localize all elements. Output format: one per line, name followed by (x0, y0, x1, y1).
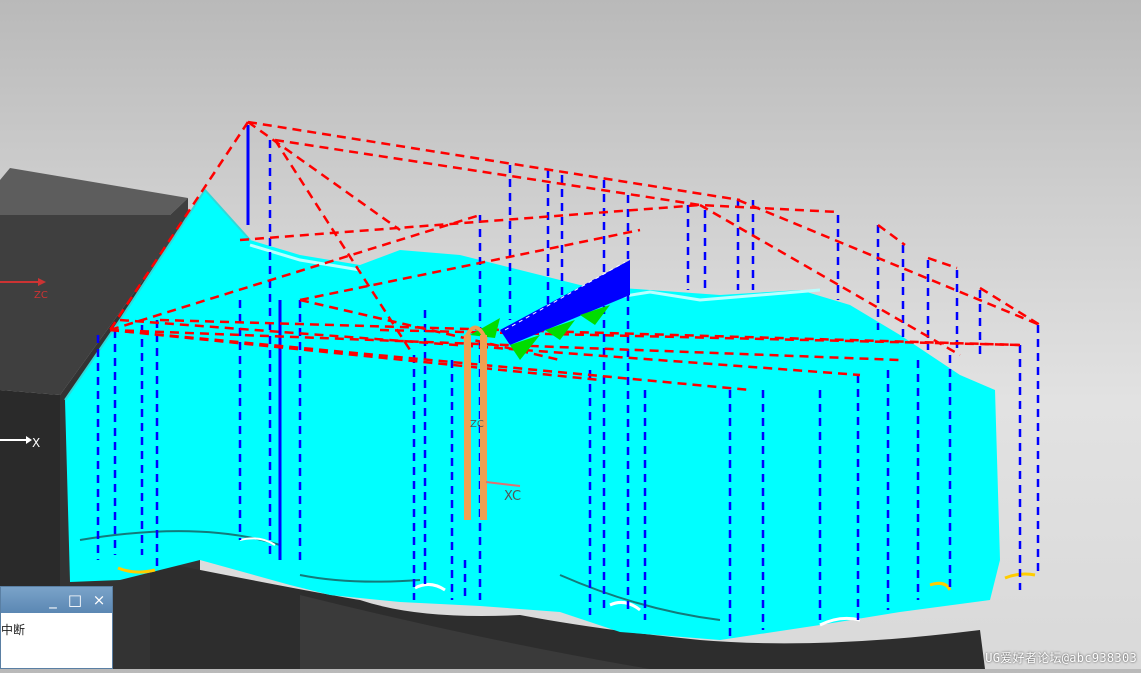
graphics-viewport[interactable]: XC ZC X ZC (0, 0, 1141, 669)
xc-axis-label: XC (504, 489, 521, 504)
dialog-message: 中断 (1, 623, 26, 637)
minimize-icon[interactable]: _ (43, 590, 63, 610)
wcs-zc-label: ZC (34, 290, 48, 301)
close-icon[interactable]: × (89, 590, 109, 610)
zc-axis-label: ZC (470, 419, 484, 430)
maximize-icon[interactable]: □ (65, 590, 85, 610)
dialog-titlebar[interactable]: _ □ × (1, 587, 112, 613)
interrupt-dialog: _ □ × 中断 (0, 586, 113, 669)
wcs-x-label: X (32, 436, 40, 450)
watermark: UG爱好者论坛@abc938303 (985, 651, 1137, 665)
